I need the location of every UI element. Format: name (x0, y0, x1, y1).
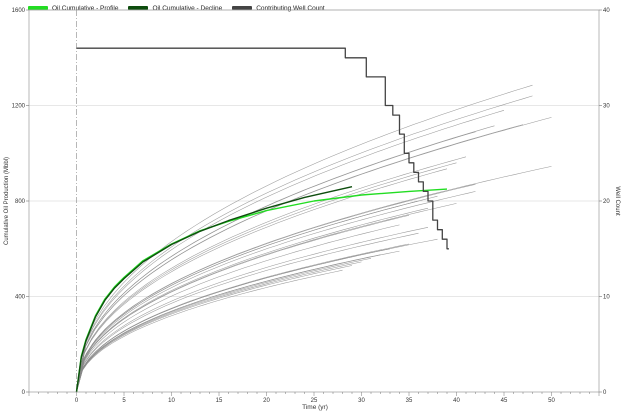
x-tick-label: 20 (263, 398, 270, 404)
well-curve (76, 95, 533, 393)
well-curve (76, 184, 476, 393)
y-tick-label: 1200 (12, 104, 26, 110)
x-axis-title: Time (yr) (302, 404, 328, 411)
y2-tick-label: 0 (603, 390, 607, 396)
x-tick-label: 35 (406, 398, 413, 404)
y2-axis-title: Well Count (614, 186, 620, 216)
well-curve (76, 258, 372, 393)
x-tick-label: 15 (216, 398, 223, 404)
well-curve (76, 238, 438, 393)
well-curve (76, 232, 419, 393)
well-curve (76, 110, 505, 393)
well-curve (76, 215, 410, 393)
y2-tick-label: 30 (603, 104, 610, 110)
y2-tick-label: 20 (603, 199, 610, 205)
x-tick-label: 40 (453, 398, 460, 404)
well-curve (76, 117, 552, 393)
y-axis-title: Cumulative Oil Production (Mbbl) (4, 157, 10, 245)
well-curve (76, 131, 476, 393)
axes: 0400800120016000102030400 5 10 15 20 25 30 35 40… (12, 8, 611, 404)
x-tick-label: 30 (358, 398, 365, 404)
y-tick-label: 0 (22, 390, 26, 396)
y-tick-label: 400 (15, 295, 26, 301)
x-tick-label: 45 (501, 398, 508, 404)
cumulative-oil-chart: 0400800120016000102030400 5 10 15 20 25 30 35 40… (4, 8, 620, 411)
well-curve (76, 84, 533, 393)
y-tick-label: 1600 (12, 8, 26, 14)
y2-tick-label: 10 (603, 295, 610, 301)
well-curve (76, 203, 457, 393)
well-curve (76, 243, 410, 393)
x-tick-label: 0 (75, 398, 79, 404)
well-curves (76, 84, 552, 393)
well-curve (76, 125, 495, 393)
well-curve (76, 248, 391, 393)
well-curve (76, 195, 438, 393)
well-curve (76, 166, 552, 393)
x-tick-label: 10 (168, 398, 175, 404)
series-lines (75, 47, 449, 393)
y-tick-label: 800 (15, 199, 26, 205)
well-curve (76, 224, 400, 393)
y2-tick-label: 40 (603, 8, 610, 14)
x-tick-label: 5 (122, 398, 126, 404)
x-tick-label: 50 (548, 398, 555, 404)
well-curve (76, 124, 524, 393)
